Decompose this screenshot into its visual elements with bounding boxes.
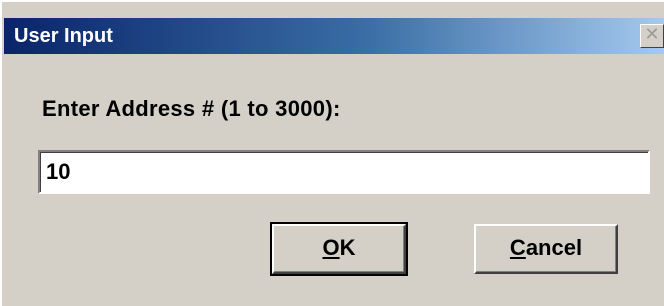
ok-accelerator: O	[322, 235, 340, 260]
window-title: User Input	[14, 25, 113, 47]
address-input[interactable]	[38, 150, 650, 194]
user-input-dialog: User Input ✕ Enter Address # (1 to 3000)…	[0, 0, 664, 306]
title-bar[interactable]: User Input ✕	[4, 18, 664, 54]
close-icon[interactable]: ✕	[640, 24, 664, 48]
ok-button[interactable]: OK	[270, 222, 408, 276]
cancel-button[interactable]: Cancel	[474, 224, 618, 274]
cancel-accelerator: C	[509, 235, 526, 260]
ok-label-rest: K	[339, 235, 356, 260]
cancel-label-rest: ancel	[525, 235, 583, 260]
address-prompt-label: Enter Address # (1 to 3000):	[42, 96, 341, 121]
